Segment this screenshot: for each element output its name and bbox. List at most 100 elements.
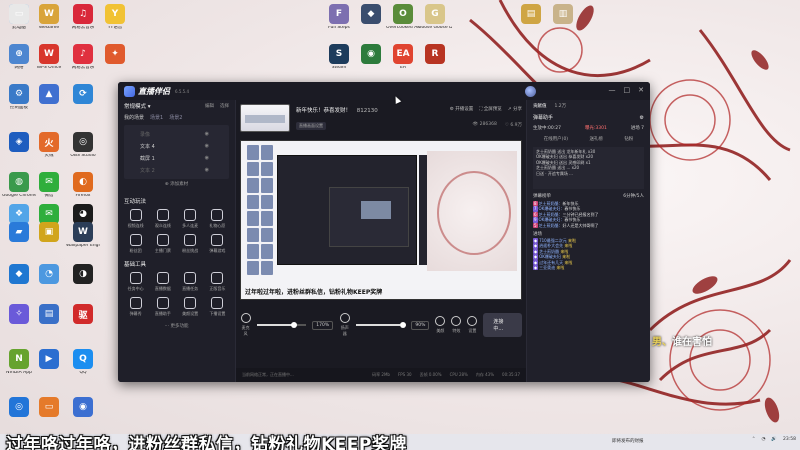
source-item[interactable]: 文本 4 ◉ — [124, 140, 229, 152]
desktop-icon[interactable]: ▭ — [2, 4, 36, 26]
interact-item[interactable]: 观众连线 — [149, 209, 176, 229]
interact-item[interactable]: 粉丝团 — [122, 234, 149, 254]
desktop-icon[interactable]: ▰ — [2, 222, 36, 244]
entry-user-name[interactable]: OK爆破夫妇 — [539, 254, 562, 259]
network-icon[interactable]: ◔ — [761, 437, 765, 442]
app-title-bar[interactable]: 直播伴侣 6.5.5.4 — □ ✕ — [118, 82, 650, 100]
tool-item[interactable]: 任务中心 — [122, 272, 149, 292]
tool-item[interactable]: 直播助手 — [149, 297, 176, 317]
desktop-icon[interactable]: G Goose Goose Duck — [418, 4, 452, 31]
tab-gift-rank[interactable]: 送礼榜 — [589, 136, 603, 142]
source-item[interactable]: 文本 2 ◉ — [124, 164, 229, 176]
gear-icon[interactable]: ⚙ — [640, 115, 644, 121]
stream-settings-button[interactable]: ⚙ 开播设置 — [450, 106, 473, 112]
desktop-icon[interactable]: ◆ — [354, 4, 388, 26]
desktop-icon[interactable]: W WeGame — [32, 4, 66, 31]
share-button[interactable]: ↗ 分享 — [508, 106, 522, 112]
go-live-button[interactable]: 连接中... — [483, 313, 523, 337]
desktop-icon[interactable]: ▤ — [32, 304, 66, 326]
tab-contribution[interactable]: 贡献值 — [533, 103, 547, 109]
desktop-icon[interactable]: ▶ — [32, 349, 66, 371]
tool-item[interactable]: 直播数据 — [149, 272, 176, 292]
desktop-icon[interactable]: ◔ — [32, 264, 66, 286]
speaker-control[interactable]: 扬声器 — [339, 313, 350, 337]
stream-cover-thumbnail[interactable] — [240, 104, 290, 132]
entry-user-name[interactable]: 710最强二次元 — [539, 238, 568, 243]
chat-user-name[interactable]: 芝士煎奶酪： — [539, 223, 563, 228]
chat-user-name[interactable]: 芝士煎奶酪： — [539, 212, 563, 217]
desktop-icon[interactable]: ◍ Google Chrome — [2, 172, 36, 199]
scene-tab-2[interactable]: 场景2 — [169, 114, 182, 121]
desktop-icon[interactable]: O Overcooked All You Can... — [386, 4, 420, 31]
desktop-icon[interactable]: S Steam — [322, 44, 356, 71]
desktop-icon[interactable]: F Full Steps — [322, 4, 356, 31]
tab-count[interactable]: 1.2万 — [555, 103, 567, 109]
desktop-icon[interactable]: ⚙ 控制面板 — [2, 84, 36, 111]
desktop-icon[interactable]: W Wallpaper Engine — [66, 222, 100, 249]
desktop-icon[interactable]: EA EA — [386, 44, 420, 71]
desktop-icon[interactable]: Q QQ — [66, 349, 100, 376]
desktop-icon[interactable]: ◑ — [66, 264, 100, 286]
speaker-volume-value[interactable]: 90% — [411, 320, 430, 330]
tool-item[interactable]: 美颜设置 — [177, 297, 204, 317]
mode-selector[interactable]: 常规模式 ▾ — [124, 102, 151, 110]
entry-user-name[interactable]: 芝士煎奶酪 — [539, 249, 560, 254]
beauty-button[interactable]: 美颜 — [435, 316, 446, 334]
settings-button[interactable]: 设置 — [467, 316, 478, 334]
desktop-icon[interactable]: ▣ — [32, 222, 66, 244]
interact-item[interactable]: 弹幕游戏 — [204, 234, 231, 254]
interact-item[interactable]: 礼物心愿 — [204, 209, 231, 229]
eye-icon[interactable]: ◉ — [205, 143, 209, 149]
interact-item[interactable]: 多人连麦 — [177, 209, 204, 229]
desktop-icon[interactable]: 驱 — [66, 304, 100, 326]
stream-preview[interactable]: 过年啦过年啦，进粉丝群私信，钻粉礼物KEEP奖牌 — [240, 140, 522, 300]
desktop-icon[interactable]: ◈ — [2, 132, 36, 154]
desktop-icon[interactable]: ▲ — [32, 84, 66, 106]
desktop-icon[interactable]: ◆ — [2, 264, 36, 286]
mic-volume-slider[interactable] — [257, 322, 307, 328]
source-item[interactable]: 截屏 1 ◉ — [124, 152, 229, 164]
tool-item[interactable]: 正版音乐 — [204, 272, 231, 292]
taskbar-news[interactable]: 即将发布的财报 — [612, 438, 644, 444]
chat-user-name[interactable]: OK爆破夫妇： — [539, 217, 565, 222]
desktop-icon[interactable]: ⊕ 网络 — [2, 44, 36, 71]
desktop-icon[interactable]: ♪ 网易云音乐 — [66, 44, 100, 71]
desktop-icon[interactable]: N NVIDIA App — [2, 349, 36, 376]
tool-item[interactable]: 直播任务 — [177, 272, 204, 292]
stream-title[interactable]: 新年快乐！恭喜发财！ 812130 — [296, 106, 378, 114]
interact-item[interactable]: 视频连线 — [122, 209, 149, 229]
scene-tab-1[interactable]: 场景1 — [150, 114, 163, 121]
maximize-button[interactable]: □ — [624, 86, 631, 94]
chat-user-name[interactable]: OK爆破夫妇： — [539, 206, 565, 211]
desktop-icon[interactable]: ▭ — [32, 397, 66, 419]
mic-control[interactable]: 麦克风 — [240, 313, 251, 337]
clock[interactable]: 23:58 — [783, 437, 796, 442]
desktop-icon[interactable]: ▤ — [514, 4, 548, 26]
stream-settings-chip[interactable]: 直播画面设置 — [296, 122, 326, 130]
effects-button[interactable]: 特效 — [451, 316, 462, 334]
eye-icon[interactable]: ◉ — [205, 131, 209, 137]
user-avatar[interactable] — [525, 86, 536, 97]
close-button[interactable]: ✕ — [638, 86, 644, 94]
desktop-icon[interactable]: ◉ — [354, 44, 388, 66]
tool-item[interactable]: 弹幕秀 — [122, 297, 149, 317]
interact-item[interactable]: 主播门票 — [149, 234, 176, 254]
chat-user-name[interactable]: 芝士煎奶酪： — [539, 201, 563, 206]
entry-user-name[interactable]: 三亚奥迪 — [539, 265, 556, 270]
volume-icon[interactable]: 🔊 — [771, 437, 777, 442]
desktop-icon[interactable]: ✦ — [98, 44, 132, 66]
select-button[interactable]: 选择 — [220, 103, 229, 109]
desktop-icon[interactable]: ▥ — [546, 4, 580, 26]
desktop-icon[interactable]: ◉ — [66, 397, 100, 419]
more-functions-button[interactable]: ⋯ 更多功能 — [118, 323, 235, 329]
fullscreen-button[interactable]: ⛶ 全屏预览 — [479, 106, 502, 112]
desktop-icon[interactable]: ♫ 网易云音乐 — [66, 4, 100, 31]
desktop-icon[interactable]: Y YY语音 — [98, 4, 132, 31]
tray-chevron-icon[interactable]: ⌃ — [752, 437, 756, 442]
tab-online-users[interactable]: 在线用户(0) — [544, 136, 568, 142]
desktop-icon[interactable]: ⟳ — [66, 84, 100, 106]
mic-volume-value[interactable]: 170% — [312, 320, 334, 330]
tab-diamond-fans[interactable]: 钻粉 — [624, 136, 633, 142]
desktop-icon[interactable]: 火火绒 — [32, 132, 66, 159]
entry-user-name[interactable]: 逍遥朴大会先 — [539, 243, 564, 248]
